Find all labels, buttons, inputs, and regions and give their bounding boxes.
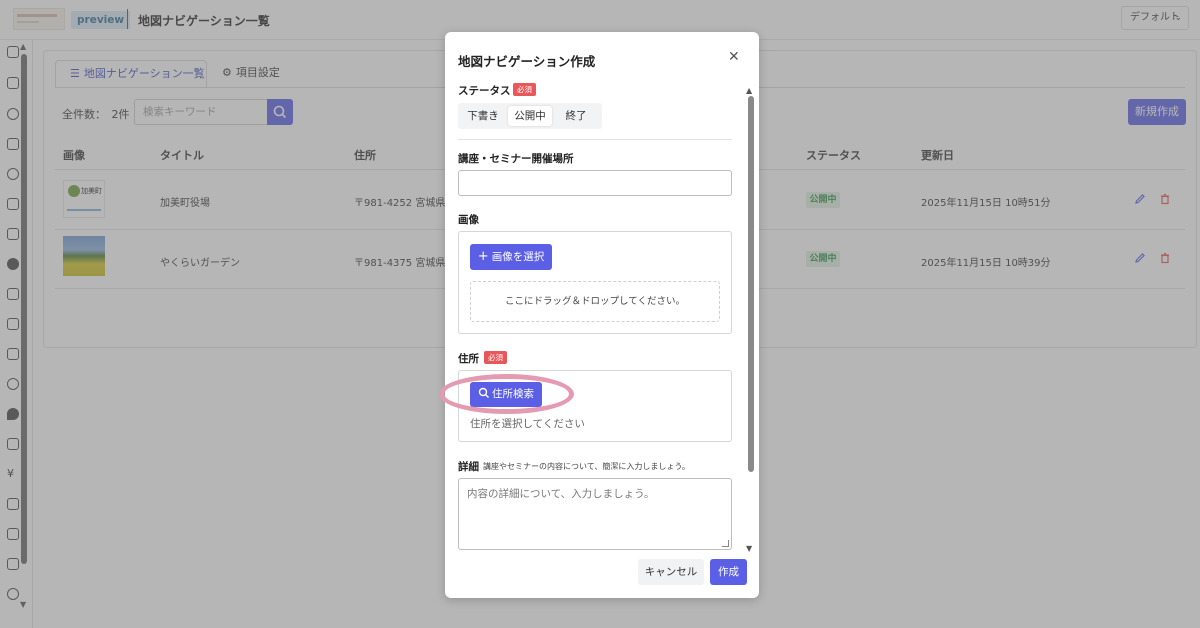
status-option-draft[interactable]: 下書き [462, 106, 504, 126]
section-divider [458, 139, 732, 140]
detail-textarea[interactable]: 内容の詳細について、入力しましょう。 [458, 478, 732, 550]
image-label: 画像 [458, 214, 479, 226]
create-map-nav-dialog: 地図ナビゲーション作成 ✕ ステータス 必須 下書き 公開中 終了 講座・セミナ… [439, 32, 759, 598]
resize-handle[interactable] [722, 540, 729, 547]
detail-placeholder: 内容の詳細について、入力しましょう。 [467, 488, 655, 500]
venue-input[interactable] [458, 170, 732, 196]
detail-label: 詳細 [458, 461, 479, 473]
address-label: 住所 [458, 353, 479, 365]
plus-icon: + [477, 249, 489, 264]
status-option-ended[interactable]: 終了 [556, 106, 596, 126]
required-badge: 必須 [513, 83, 536, 96]
select-image-button[interactable]: + 画像を選択 [470, 244, 552, 270]
drop-zone[interactable]: ここにドラッグ＆ドロップしてください。 [470, 281, 720, 322]
close-icon[interactable]: ✕ [728, 49, 740, 65]
address-placeholder: 住所を選択してください [470, 418, 585, 430]
select-image-label: 画像を選択 [491, 251, 545, 263]
highlight-annotation [439, 374, 574, 414]
status-option-published[interactable]: 公開中 [508, 106, 552, 126]
venue-label: 講座・セミナー開催場所 [458, 153, 574, 165]
status-segmented-control: 下書き 公開中 終了 [458, 103, 602, 129]
required-badge: 必須 [484, 351, 507, 364]
create-button[interactable]: 作成 [710, 559, 747, 585]
dialog-scrollbar[interactable] [748, 96, 754, 472]
cancel-button[interactable]: キャンセル [638, 559, 704, 585]
dialog-scroll-down-icon[interactable]: ▼ [746, 544, 752, 553]
detail-hint: 講座やセミナーの内容について、簡潔に入力しましょう。 [483, 462, 690, 471]
status-label: ステータス [458, 85, 511, 97]
dialog-title: 地図ナビゲーション作成 [458, 54, 596, 69]
dialog-scroll-up-icon[interactable]: ▲ [746, 86, 752, 95]
